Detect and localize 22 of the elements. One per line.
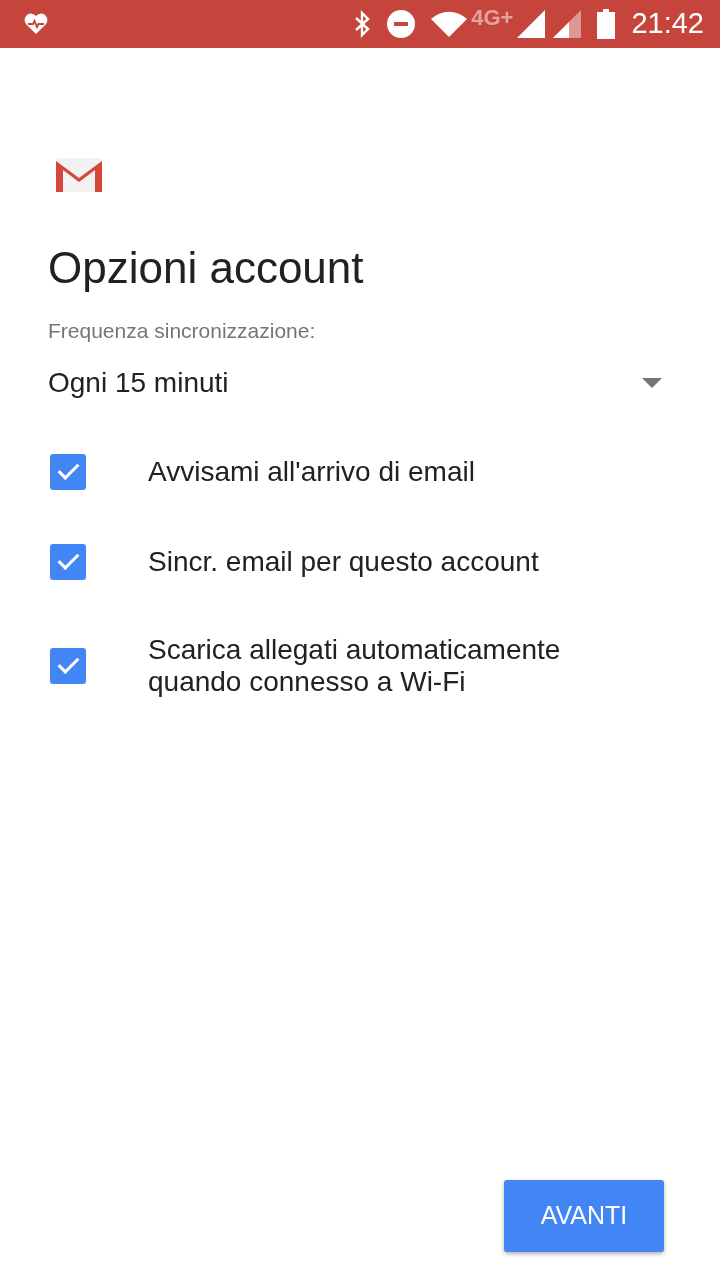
next-button[interactable]: AVANTI [504, 1180, 664, 1252]
mail-logo-icon [56, 158, 102, 192]
do-not-disturb-icon [387, 10, 416, 38]
signal-icon [553, 10, 582, 38]
signal-icon [517, 10, 546, 38]
bluetooth-icon [353, 10, 372, 38]
option-label: Avvisami all'arrivo di email [148, 456, 475, 489]
checkbox[interactable] [50, 544, 86, 581]
dropdown-caret-icon [642, 378, 662, 389]
option-label: Sincr. email per questo account [148, 546, 539, 579]
option-label: Scarica allegati automaticamente quando connesso a Wi-Fi [148, 634, 562, 699]
dropdown-value: Ogni 15 minuti [48, 366, 229, 401]
checkbox[interactable] [50, 454, 86, 491]
sync-frequency-dropdown[interactable]: Ogni 15 minuti [48, 362, 672, 405]
network-type-text: 4G+ [471, 3, 514, 32]
wifi-icon [431, 11, 468, 37]
battery-icon [597, 9, 616, 39]
heart-icon [24, 13, 48, 35]
checkbox[interactable] [50, 648, 86, 685]
clock-text: 21:42 [631, 6, 704, 42]
screen-title: Opzioni account [48, 242, 365, 294]
field-label: Frequenza sincronizzazione: [48, 317, 317, 344]
